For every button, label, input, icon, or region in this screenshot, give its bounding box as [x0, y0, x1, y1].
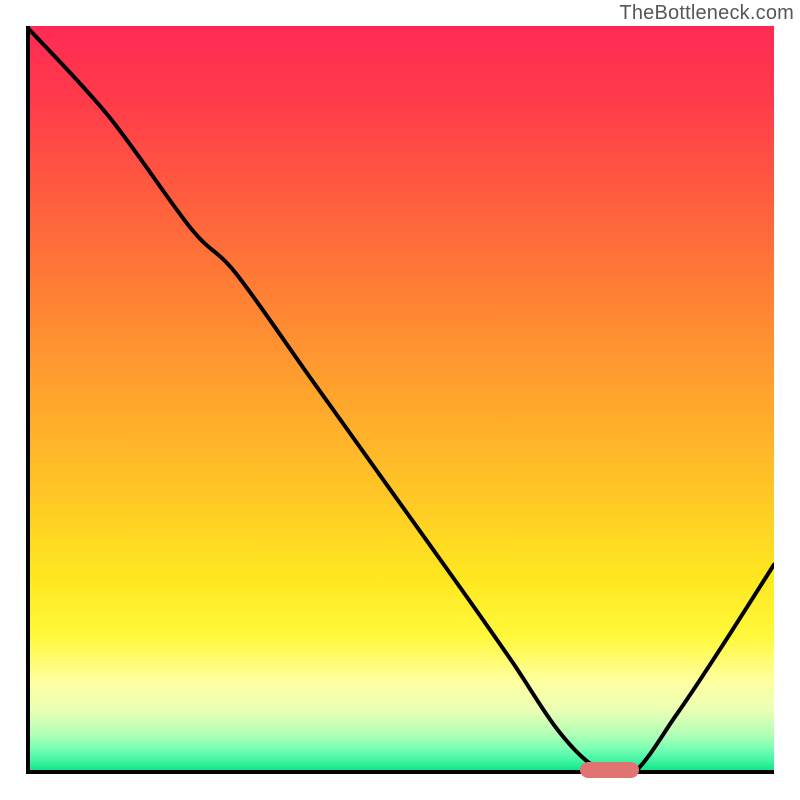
chart-container: TheBottleneck.com — [0, 0, 800, 800]
attribution-text: TheBottleneck.com — [619, 2, 794, 25]
plot-area — [26, 26, 774, 774]
optimal-marker — [580, 762, 640, 778]
